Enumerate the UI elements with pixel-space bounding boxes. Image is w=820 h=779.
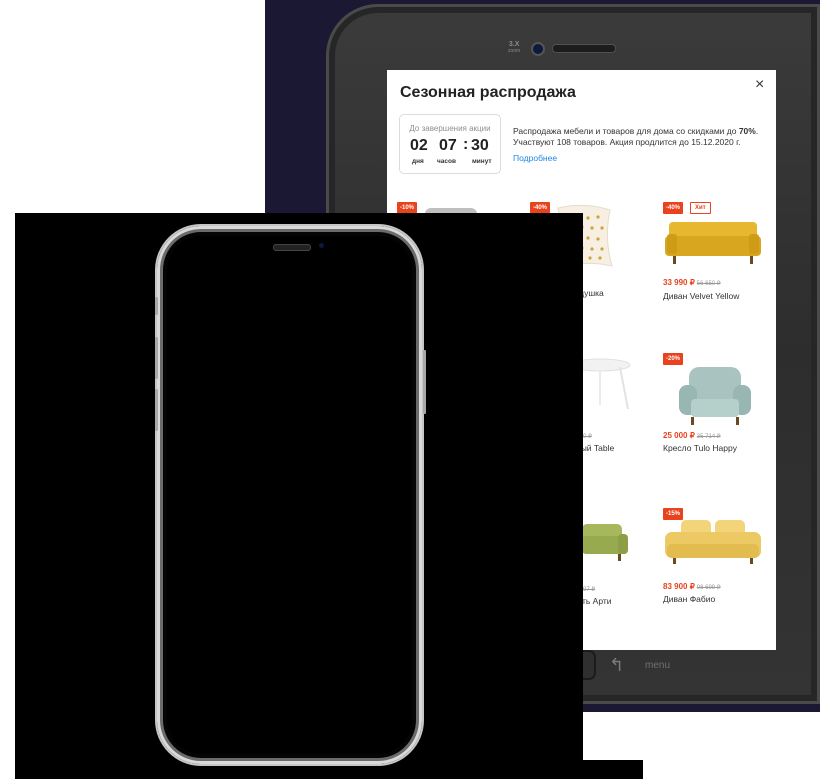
zoom-sub-label: zoom <box>508 48 521 54</box>
product-price: 25 000 ₽35 714 ₽ <box>663 431 721 440</box>
phone-power-button <box>423 350 426 414</box>
phone-speaker <box>273 244 311 251</box>
product-name: ть Арти <box>582 596 612 606</box>
product-price: 97 ₽ <box>583 584 595 593</box>
phone-mute-switch <box>155 297 158 315</box>
product-name: Кресло Tulo Happy <box>663 443 737 453</box>
phone-volume-up <box>155 337 158 379</box>
old-price: 97 ₽ <box>583 587 596 593</box>
product-price: 0 ₽ <box>583 431 592 440</box>
back-arrow-icon[interactable]: ↰ <box>609 655 624 676</box>
tablet-speaker <box>552 44 616 53</box>
product-name: Диван Фабио <box>663 594 716 604</box>
timer-label: До завершения акции <box>409 124 491 133</box>
description-suffix: . <box>755 126 759 136</box>
timer-days-unit: дня <box>412 158 424 165</box>
timer-hours: 07 <box>439 137 457 154</box>
phone-volume-down <box>155 389 158 431</box>
product-image <box>665 520 761 564</box>
timer-days: 02 <box>410 137 428 154</box>
old-price: 98 699 ₽ <box>696 585 721 591</box>
product-image <box>665 222 761 264</box>
price-value: 25 000 ₽ <box>663 431 695 440</box>
discount-badge: -40% <box>663 202 684 214</box>
timer-minutes-unit: минут <box>472 158 492 165</box>
sale-description: Распродажа мебели и товаров для дома со … <box>513 126 771 148</box>
zoom-label: 3.X <box>508 41 520 48</box>
phone-camera-icon <box>319 243 324 248</box>
product-card[interactable]: -40% Хит 33 990 ₽56 650 ₽ Диван Velvet Y… <box>663 202 773 322</box>
product-price: 33 990 ₽56 650 ₽ <box>663 278 721 287</box>
old-price: 56 650 ₽ <box>696 281 721 287</box>
timer-hours-unit: часов <box>437 158 456 165</box>
countdown-timer: До завершения акции 02 07 : 30 дня часов… <box>399 114 501 174</box>
description-text: Распродажа мебели и товаров для дома со … <box>513 126 739 136</box>
hit-badge: Хит <box>690 202 711 214</box>
product-image <box>679 367 751 425</box>
old-price: 35 714 ₽ <box>696 434 721 440</box>
zoom-indicator: 3.X zoom <box>508 41 520 55</box>
timer-minutes: 30 <box>471 137 489 154</box>
phone-frame <box>157 226 422 764</box>
popup-title: Сезонная распродажа <box>400 84 576 101</box>
product-name: Диван Velvet Yellow <box>663 291 740 301</box>
product-price: 83 900 ₽98 699 ₽ <box>663 582 721 591</box>
old-price: 0 ₽ <box>583 434 592 440</box>
menu-button[interactable]: menu <box>645 660 670 671</box>
product-card[interactable]: -15% 83 900 ₽98 699 ₽ Диван Фабио <box>663 508 773 618</box>
product-image <box>582 524 628 561</box>
close-icon[interactable]: × <box>755 76 764 94</box>
description-highlight: 70% <box>738 126 756 136</box>
description-line-2: Участвуют 108 товаров. Акция продлится д… <box>513 137 741 147</box>
more-link[interactable]: Подробнее <box>513 153 557 163</box>
product-card[interactable]: -20% 25 000 ₽35 714 ₽ Кресло Tulo Happy <box>663 353 773 473</box>
price-value: 33 990 ₽ <box>663 278 695 287</box>
price-value: 83 900 ₽ <box>663 582 695 591</box>
timer-separator: : <box>463 136 469 153</box>
tablet-camera-icon <box>531 42 545 56</box>
